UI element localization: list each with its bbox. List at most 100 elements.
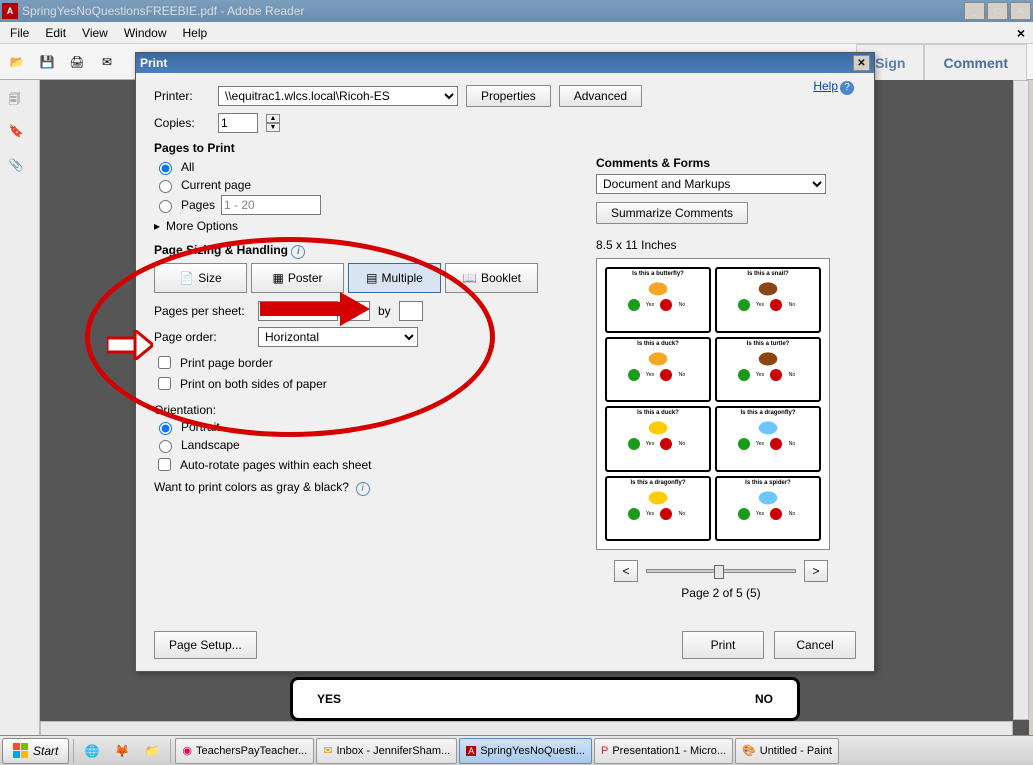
open-icon[interactable]: 📂 xyxy=(4,49,30,75)
print-icon[interactable]: 🖨 xyxy=(64,49,90,75)
menu-bar: File Edit View Window Help × xyxy=(0,22,1033,44)
close-button[interactable]: ✕ xyxy=(1010,2,1031,20)
minimize-button[interactable]: _ xyxy=(964,2,985,20)
menu-file[interactable]: File xyxy=(4,24,35,42)
task-item[interactable]: 🎨Untitled - Paint xyxy=(735,738,839,764)
preview-prev-button[interactable]: < xyxy=(614,560,638,582)
bookmarks-icon[interactable]: 🔖 xyxy=(9,124,31,146)
radio-all[interactable] xyxy=(159,162,172,175)
help-link[interactable]: Help? xyxy=(813,79,854,95)
summarize-button[interactable]: Summarize Comments xyxy=(596,202,748,224)
menu-edit[interactable]: Edit xyxy=(39,24,72,42)
dialog-close-button[interactable]: ✕ xyxy=(853,55,870,71)
taskbar: Start 🌐 🦊 📁 ◉TeachersPayTeacher... ✉Inbo… xyxy=(0,735,1033,765)
start-label: Start xyxy=(33,744,58,758)
comments-forms-select[interactable]: Document and Markups xyxy=(596,174,826,194)
radio-current[interactable] xyxy=(159,180,172,193)
copies-up[interactable]: ▲ xyxy=(266,114,280,123)
preview-next-button[interactable]: > xyxy=(804,560,828,582)
pps-custom-h[interactable] xyxy=(399,301,423,321)
windows-icon xyxy=(13,743,29,759)
border-label: Print page border xyxy=(180,356,273,370)
page-setup-button[interactable]: Page Setup... xyxy=(154,631,257,659)
printer-label: Printer: xyxy=(154,89,210,103)
task-item-active[interactable]: ASpringYesNoQuesti... xyxy=(459,738,592,764)
annotation-arrow-1 xyxy=(260,292,370,326)
attachments-icon[interactable]: 📎 xyxy=(9,158,31,180)
multiple-button[interactable]: ▤ Multiple xyxy=(348,263,441,293)
info-icon[interactable]: i xyxy=(291,245,305,259)
annotation-arrow-2 xyxy=(107,330,153,360)
preview-card: Is this a spider?YesNo xyxy=(715,476,821,542)
window-title: SpringYesNoQuestionsFREEBIE.pdf - Adobe … xyxy=(22,4,964,18)
landscape-label: Landscape xyxy=(181,438,240,452)
print-preview: Is this a butterfly?YesNoIs this a snail… xyxy=(596,258,830,550)
copies-down[interactable]: ▼ xyxy=(266,123,280,132)
menu-help[interactable]: Help xyxy=(177,24,214,42)
preview-card: Is this a duck?YesNo xyxy=(605,406,711,472)
autorotate-checkbox[interactable] xyxy=(158,458,171,471)
ie-icon[interactable]: 🌐 xyxy=(78,738,106,764)
maximize-button[interactable]: □ xyxy=(987,2,1008,20)
preview-card: Is this a duck?YesNo xyxy=(605,337,711,403)
radio-landscape[interactable] xyxy=(159,440,172,453)
portrait-label: Portrait xyxy=(181,420,220,434)
paper-size-label: 8.5 x 11 Inches xyxy=(596,238,846,252)
size-button[interactable]: 📄 Size xyxy=(154,263,247,293)
close-doc-button[interactable]: × xyxy=(1013,25,1029,41)
preview-card: Is this a snail?YesNo xyxy=(715,267,821,333)
task-item[interactable]: PPresentation1 - Micro... xyxy=(594,738,733,764)
comments-forms-heading: Comments & Forms xyxy=(596,156,846,170)
firefox-icon[interactable]: 🦊 xyxy=(108,738,136,764)
dialog-title: Print xyxy=(140,56,167,70)
task-item[interactable]: ◉TeachersPayTeacher... xyxy=(175,738,314,764)
order-select[interactable]: Horizontal xyxy=(258,327,418,347)
radio-pages[interactable] xyxy=(159,200,172,213)
task-item[interactable]: ✉Inbox - JenniferSham... xyxy=(316,738,457,764)
separator xyxy=(170,739,171,763)
start-button[interactable]: Start xyxy=(2,738,69,764)
all-label: All xyxy=(181,160,194,174)
vertical-scrollbar[interactable] xyxy=(1013,80,1029,720)
pages-label: Pages xyxy=(181,198,215,212)
preview-card: Is this a butterfly?YesNo xyxy=(605,267,711,333)
mail-icon[interactable]: ✉ xyxy=(94,49,120,75)
advanced-button[interactable]: Advanced xyxy=(559,85,642,107)
radio-portrait[interactable] xyxy=(159,422,172,435)
separator xyxy=(73,739,74,763)
cancel-button[interactable]: Cancel xyxy=(774,631,856,659)
print-button[interactable]: Print xyxy=(682,631,764,659)
current-label: Current page xyxy=(181,178,251,192)
help-icon: ? xyxy=(840,81,854,95)
preview-card: Is this a dragonfly?YesNo xyxy=(715,406,821,472)
explorer-icon[interactable]: 📁 xyxy=(138,738,166,764)
poster-button[interactable]: ▦ Poster xyxy=(251,263,344,293)
bothsides-checkbox[interactable] xyxy=(158,377,171,390)
menu-window[interactable]: Window xyxy=(118,24,173,42)
doc-no: NO xyxy=(755,692,773,706)
doc-yes: YES xyxy=(317,692,341,706)
border-checkbox[interactable] xyxy=(158,356,171,369)
print-dialog: Print ✕ Help? Printer: \\equitrac1.wlcs.… xyxy=(135,52,875,672)
copies-label: Copies: xyxy=(154,116,210,130)
booklet-button[interactable]: 📖 Booklet xyxy=(445,263,538,293)
save-icon[interactable]: 💾 xyxy=(34,49,60,75)
properties-button[interactable]: Properties xyxy=(466,85,551,107)
pps-label: Pages per sheet: xyxy=(154,304,250,318)
printer-select[interactable]: \\equitrac1.wlcs.local\Ricoh-ES xyxy=(218,86,458,106)
preview-slider[interactable] xyxy=(646,569,796,573)
comment-tab[interactable]: Comment xyxy=(924,44,1027,82)
preview-card: Is this a dragonfly?YesNo xyxy=(605,476,711,542)
autorotate-label: Auto-rotate pages within each sheet xyxy=(180,458,371,472)
document-snippet: YES NO xyxy=(290,677,800,721)
page-counter: Page 2 of 5 (5) xyxy=(596,586,846,600)
preview-card: Is this a turtle?YesNo xyxy=(715,337,821,403)
pages-range-input[interactable] xyxy=(221,195,321,215)
info-icon-2[interactable]: i xyxy=(356,482,370,496)
more-options-label: More Options xyxy=(166,219,238,233)
by-label: by xyxy=(378,304,391,318)
adobe-icon: A xyxy=(2,3,18,19)
pages-icon[interactable]: 🗐 xyxy=(9,90,31,112)
copies-input[interactable] xyxy=(218,113,258,133)
menu-view[interactable]: View xyxy=(76,24,114,42)
